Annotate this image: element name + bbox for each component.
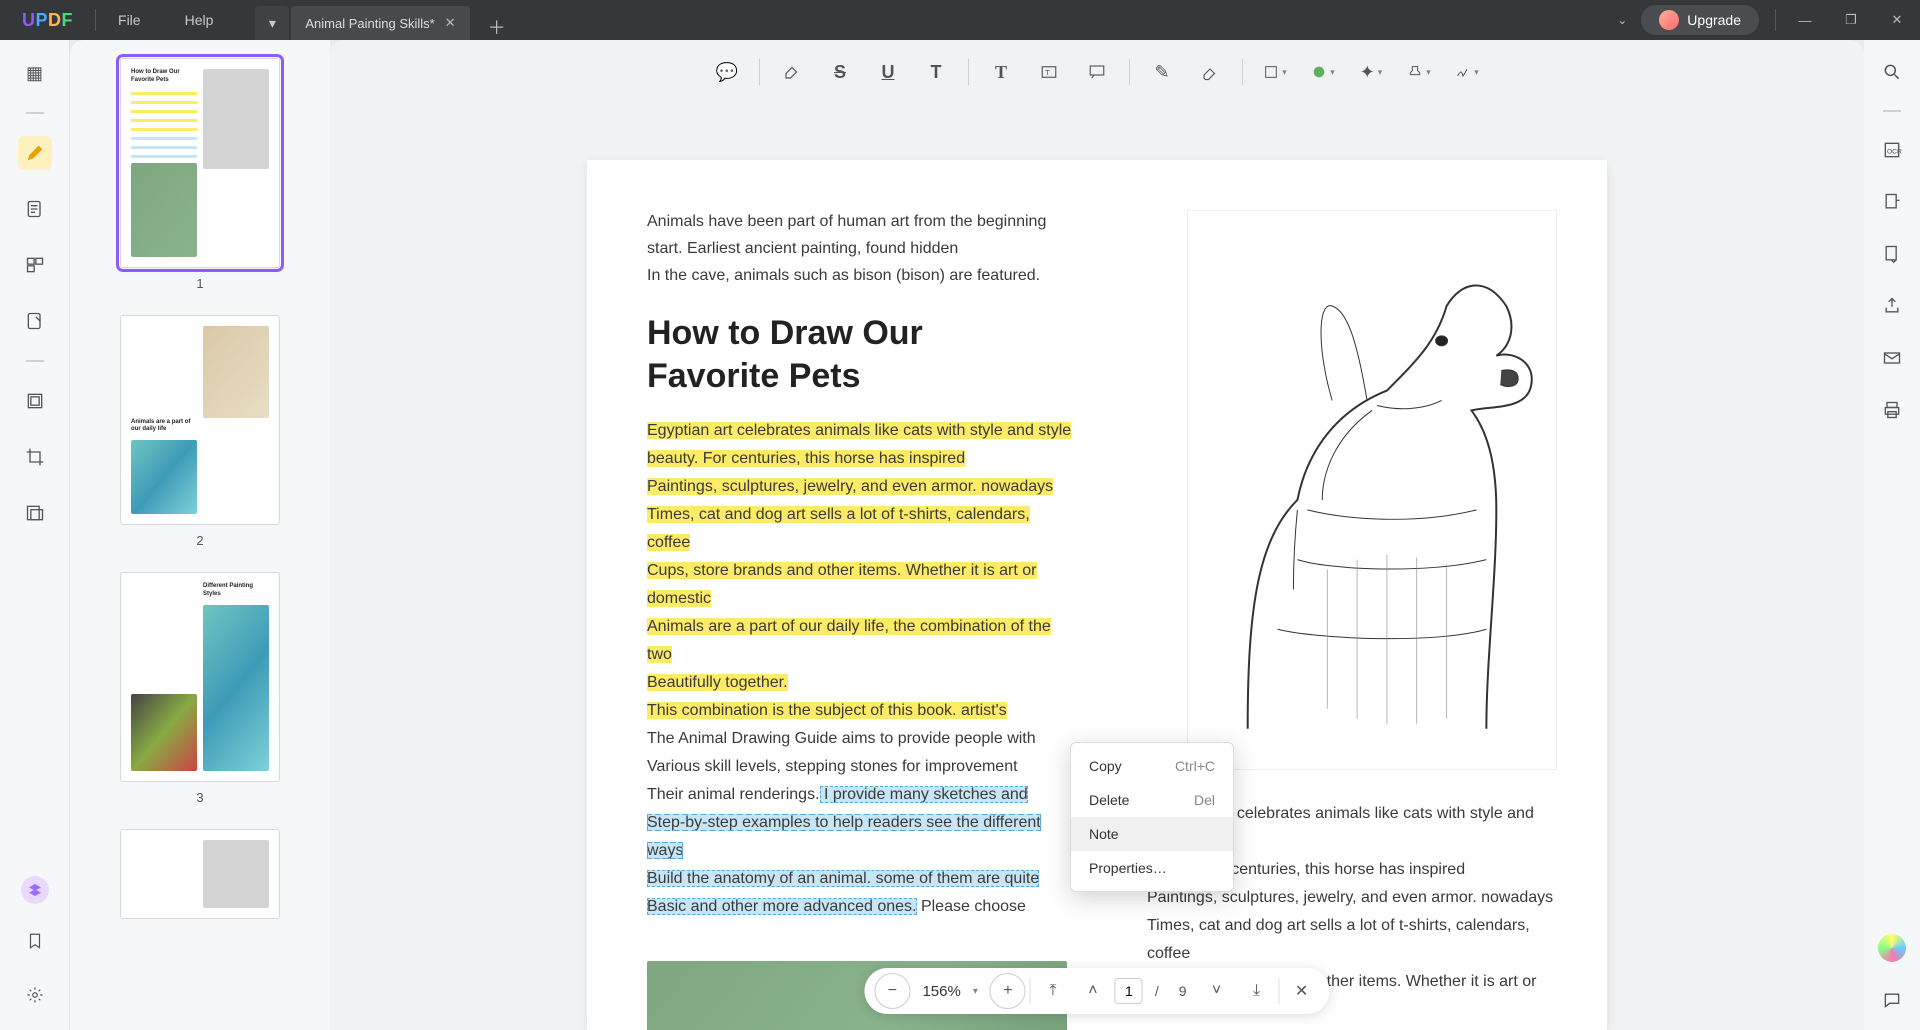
menu-help[interactable]: Help [163,12,236,28]
page-first-icon[interactable]: ⤒ [1035,973,1071,1009]
form-mode-icon[interactable] [18,304,52,338]
titlebar: UPDF File Help ▾ Animal Painting Skills*… [0,0,1920,40]
svg-text:OCR: OCR [1887,148,1902,155]
right-tool-rail: OCR [1864,40,1920,1030]
reader-mode-icon[interactable]: ▦ [18,56,52,90]
underline-icon[interactable]: U [868,54,908,90]
eraser-icon[interactable] [1190,54,1230,90]
zoom-dropdown-icon[interactable]: ▾ [973,986,986,997]
email-icon[interactable] [1878,344,1906,372]
sticker-icon[interactable]: ✦ [1351,54,1391,90]
layers-icon[interactable] [21,876,49,904]
zoom-value: 156% [914,983,968,1000]
annotation-toolbar: 💬 S U T T T ✎ ✦ [697,48,1497,96]
redact-icon[interactable] [18,496,52,530]
rail-divider [1883,110,1901,112]
context-menu: CopyCtrl+C DeleteDel Note Properties… [1070,742,1234,892]
upgrade-button[interactable]: Upgrade [1641,5,1759,35]
page-prev-icon[interactable]: ˄ [1075,973,1111,1009]
organize-mode-icon[interactable] [18,248,52,282]
ctx-delete[interactable]: DeleteDel [1071,783,1233,817]
page-next-icon[interactable]: ˅ [1199,973,1235,1009]
dog-illustration [1187,210,1557,770]
app-body: ▦ [0,40,1920,1030]
stamp-icon[interactable] [1399,54,1439,90]
page-total: 9 [1171,983,1195,999]
svg-text:T: T [1045,68,1050,77]
scan-icon[interactable]: OCR [1878,136,1906,164]
page-separator: / [1147,983,1167,999]
page-1: Animals have been part of human art from… [587,160,1607,1030]
comment-mode-icon[interactable] [18,136,52,170]
shape-rect-icon[interactable] [1255,54,1295,90]
tab-label: Animal Painting Skills* [305,16,434,31]
document-tab[interactable]: Animal Painting Skills* ✕ [291,6,469,40]
bookmark-icon[interactable] [18,924,52,958]
export-icon[interactable] [1878,188,1906,216]
highlight-icon[interactable] [772,54,812,90]
chat-icon[interactable] [1878,986,1906,1014]
thumbnail-number: 3 [120,790,280,805]
page-control-bar: − 156% ▾ + ⤒ ˄ / 9 ˅ ⤓ ✕ [864,968,1329,1014]
crop-icon[interactable] [18,440,52,474]
share-icon[interactable] [1878,292,1906,320]
signature-icon[interactable] [1447,54,1487,90]
left-tool-rail: ▦ [0,40,70,1030]
thumbnail-page-1[interactable]: How to Draw Our Favorite Pets 1 [120,58,280,291]
ai-assistant-icon[interactable] [1878,934,1906,962]
work-area: 💬 S U T T T ✎ ✦ Animals have been part o… [330,40,1864,1030]
tabs-overflow-icon[interactable]: ⌄ [1603,13,1641,27]
thumbnail-panel: How to Draw Our Favorite Pets 1 Animals … [70,40,330,1030]
body-text: Egyptian art celebrates animals like cat… [647,417,1077,921]
thumbnail-number: 1 [120,276,280,291]
rail-divider [26,360,44,362]
shape-circle-icon[interactable] [1303,54,1343,90]
window-maximize-icon[interactable]: ❐ [1828,12,1874,28]
page-close-icon[interactable]: ✕ [1284,973,1320,1009]
edit-mode-icon[interactable] [18,192,52,226]
rail-divider [26,112,44,114]
intro-text: Animals have been part of human art from… [647,208,1067,290]
page-current-input[interactable] [1115,978,1143,1004]
selected-text[interactable]: I provide many sketches and [820,786,1028,803]
new-tab-button[interactable]: ＋ [472,14,522,40]
pencil-icon[interactable]: ✎ [1142,54,1182,90]
window-close-icon[interactable]: ✕ [1874,12,1920,28]
tab-close-icon[interactable]: ✕ [445,15,456,31]
convert-icon[interactable] [1878,240,1906,268]
upgrade-label: Upgrade [1687,12,1741,28]
comment-icon[interactable]: 💬 [707,54,747,90]
thumbnail-page-2[interactable]: Animals are a part of our daily life 2 [120,315,280,548]
squiggly-icon[interactable]: T [916,54,956,90]
avatar-icon [1659,10,1679,30]
search-icon[interactable] [1878,58,1906,86]
callout-icon[interactable] [1077,54,1117,90]
print-icon[interactable] [1878,396,1906,424]
zoom-out-button[interactable]: − [874,973,910,1009]
app-logo: UPDF [0,10,95,31]
strikethrough-icon[interactable]: S [820,54,860,90]
thumbnail-page-4[interactable] [120,829,280,919]
ctx-note[interactable]: Note [1071,817,1233,851]
zoom-in-button[interactable]: + [990,973,1026,1009]
menu-file[interactable]: File [96,12,163,28]
textbox-icon[interactable]: T [1029,54,1069,90]
thumbnail-number: 2 [120,533,280,548]
ctx-copy[interactable]: CopyCtrl+C [1071,749,1233,783]
ocr-icon[interactable] [18,384,52,418]
tab-dropdown[interactable]: ▾ [255,6,289,40]
window-minimize-icon[interactable]: — [1782,13,1828,28]
settings-icon[interactable] [18,978,52,1012]
ctx-properties[interactable]: Properties… [1071,851,1233,885]
thumbnail-page-3[interactable]: Different Painting Styles 3 [120,572,280,805]
text-icon[interactable]: T [981,54,1021,90]
page-last-icon[interactable]: ⤓ [1239,973,1275,1009]
